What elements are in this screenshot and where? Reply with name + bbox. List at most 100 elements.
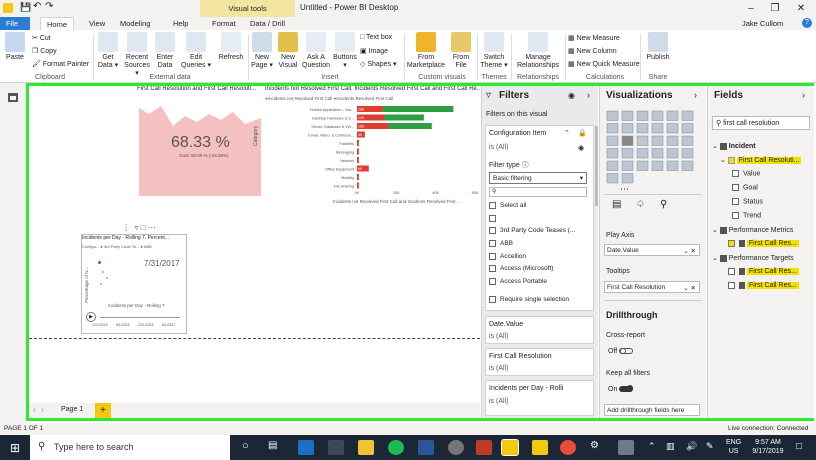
visual-type-tile[interactable] bbox=[606, 160, 619, 171]
filter-card-eye-icon[interactable]: ◉ bbox=[578, 144, 584, 152]
snip-icon[interactable] bbox=[476, 440, 492, 455]
tab-modeling[interactable]: Modeling bbox=[114, 17, 156, 30]
filter-type-dropdown[interactable]: Basic filtering ▾ bbox=[489, 172, 587, 184]
incident-table-node[interactable]: ⌄ Incident bbox=[712, 142, 756, 150]
viz-collapse-icon[interactable]: › bbox=[694, 90, 697, 100]
cross-report-toggle[interactable]: Off bbox=[608, 348, 634, 355]
help-icon[interactable]: ? bbox=[802, 18, 812, 28]
visual-type-tile[interactable] bbox=[666, 123, 679, 134]
field-trend[interactable]: Trend bbox=[732, 212, 761, 219]
date-value-filter-card[interactable]: Date.Value is (All) bbox=[485, 316, 594, 344]
enter-data-button[interactable]: Enter Data bbox=[154, 32, 176, 70]
shapes-button[interactable]: ◇ Shapes ▾ bbox=[360, 60, 397, 68]
visual-type-tile[interactable] bbox=[651, 148, 664, 159]
switch-theme-button[interactable]: Switch Theme ▾ bbox=[479, 32, 509, 70]
play-axis-visual[interactable]: ⋮ ▿ □ ⋯ Incidents per Day - Rolling 7, P… bbox=[81, 223, 187, 334]
pm-fcr-field[interactable]: First Call Res... bbox=[728, 240, 799, 248]
visual-type-tile[interactable] bbox=[651, 135, 664, 146]
tab-view[interactable]: View bbox=[83, 17, 111, 30]
filters-scrollbar[interactable] bbox=[595, 126, 598, 206]
paste-button[interactable]: Paste bbox=[4, 32, 26, 62]
language-indicator[interactable]: ENG US bbox=[726, 438, 741, 456]
close-button[interactable]: ✕ bbox=[790, 1, 812, 16]
filter-card-lock-icon[interactable]: 🔒 bbox=[578, 129, 587, 137]
cut-button[interactable]: ✂ Cut bbox=[32, 34, 51, 42]
bar-chart-visual[interactable]: Incidents not Resolved First Call, Incid… bbox=[253, 86, 480, 211]
fields-collapse-icon[interactable]: › bbox=[802, 90, 805, 100]
visual-type-tile[interactable] bbox=[681, 135, 694, 146]
visual-type-tile[interactable] bbox=[681, 160, 694, 171]
filters-collapse-icon[interactable]: › bbox=[587, 90, 590, 100]
incidents-per-day-filter-card[interactable]: Incidents per Day - Rolli is (All) bbox=[485, 380, 594, 416]
new-quick-measure-button[interactable]: ▦ New Quick Measure bbox=[568, 60, 640, 68]
new-column-button[interactable]: ▦ New Column bbox=[568, 47, 617, 55]
format-paint-roller-icon[interactable]: ♤ bbox=[636, 199, 645, 210]
visual-type-tile[interactable] bbox=[621, 160, 634, 171]
visual-type-tile[interactable] bbox=[621, 110, 634, 121]
filters-eye-icon[interactable]: ◉ bbox=[568, 91, 575, 100]
analytics-magnifier-icon[interactable]: ⚲ bbox=[660, 199, 667, 210]
publish-button[interactable]: Publish bbox=[643, 32, 673, 62]
undo-icon[interactable]: ↶ bbox=[33, 1, 41, 12]
pen-icon[interactable]: ✎ bbox=[706, 441, 714, 452]
ask-question-button[interactable]: Ask A Question bbox=[302, 32, 330, 70]
manage-relationships-button[interactable]: Manage Relationships bbox=[513, 32, 563, 70]
chrome-icon[interactable] bbox=[560, 440, 576, 455]
visual-type-tile[interactable] bbox=[666, 148, 679, 159]
new-page-button[interactable]: New Page ▾ bbox=[250, 32, 274, 70]
filter-search-input[interactable]: ⚲ bbox=[489, 187, 587, 197]
performance-targets-node[interactable]: ⌄ Performance Targets bbox=[712, 254, 794, 262]
power-bi-icon[interactable] bbox=[501, 439, 519, 456]
new-visual-button[interactable]: New Visual bbox=[276, 32, 300, 70]
volume-icon[interactable]: 🔊 bbox=[686, 441, 697, 452]
redo-icon[interactable]: ↷ bbox=[45, 1, 53, 12]
app-icon-blue[interactable] bbox=[618, 440, 634, 455]
visual-type-tile[interactable] bbox=[606, 135, 619, 146]
play-button[interactable]: ▶ bbox=[86, 312, 96, 322]
visual-type-tile[interactable] bbox=[636, 110, 649, 121]
image-button[interactable]: ▣ Image bbox=[360, 47, 388, 55]
add-drillthrough-well[interactable]: Add drillthrough fields here bbox=[604, 404, 700, 416]
field-goal[interactable]: Goal bbox=[732, 184, 758, 191]
visual-type-tile[interactable] bbox=[621, 148, 634, 159]
fields-search-input[interactable]: ⚲ first call resolution bbox=[712, 116, 810, 130]
file-explorer-icon[interactable] bbox=[358, 440, 374, 455]
first-call-resolution-filter-card[interactable]: First Call Resolution is (All) bbox=[485, 348, 594, 376]
edge-icon[interactable] bbox=[298, 440, 314, 455]
new-measure-button[interactable]: ▦ New Measure bbox=[568, 34, 620, 42]
page-tab-1[interactable]: Page 1 bbox=[61, 406, 83, 413]
visual-type-tile[interactable] bbox=[666, 160, 679, 171]
visual-type-tile[interactable] bbox=[621, 123, 634, 134]
kpi-visual[interactable]: First Call Resolution and First Call Res… bbox=[137, 86, 262, 199]
format-painter-button[interactable]: 🖌 Format Painter bbox=[32, 60, 89, 68]
visual-type-tile[interactable] bbox=[606, 110, 619, 121]
tab-format[interactable]: Format bbox=[206, 17, 242, 30]
visual-type-tile[interactable] bbox=[681, 110, 694, 121]
cortana-icon[interactable]: ○ bbox=[242, 440, 258, 455]
bar-resolved[interactable] bbox=[388, 123, 432, 129]
filter-item[interactable]: Access (Microsoft) bbox=[489, 265, 553, 272]
filter-item[interactable]: Access Portable bbox=[489, 278, 547, 285]
chrome-alt-icon[interactable] bbox=[448, 440, 464, 455]
well-chevron-icon[interactable]: ⌄ ✕ bbox=[683, 247, 696, 255]
visual-type-tile[interactable] bbox=[681, 123, 694, 134]
field-value[interactable]: Value bbox=[732, 170, 760, 177]
spotify-icon[interactable] bbox=[388, 440, 404, 455]
report-page[interactable]: First Call Resolution and First Call Res… bbox=[29, 86, 480, 403]
filter-card-chevron-icon[interactable]: ⌃ bbox=[564, 129, 570, 137]
copy-button[interactable]: ❐ Copy bbox=[32, 47, 57, 55]
filter-item-blank[interactable] bbox=[489, 215, 500, 222]
visual-type-tile[interactable] bbox=[636, 148, 649, 159]
visual-type-tile[interactable] bbox=[636, 135, 649, 146]
mail-icon[interactable] bbox=[328, 440, 344, 455]
configuration-item-filter-card[interactable]: Configuration Item ⌃ 🔒 is (All) ◉ Filter… bbox=[485, 125, 594, 311]
network-icon[interactable]: ▥ bbox=[666, 441, 675, 452]
settings-icon[interactable]: ⚙ bbox=[590, 440, 606, 455]
tab-file[interactable]: File bbox=[0, 17, 30, 30]
clock[interactable]: 9:57 AM 9/17/2019 bbox=[748, 438, 788, 456]
tray-chevron-icon[interactable]: ⌃ bbox=[648, 441, 656, 452]
bar-resolved[interactable] bbox=[382, 106, 454, 112]
visual-type-tile[interactable] bbox=[651, 160, 664, 171]
play-axis-track[interactable] bbox=[100, 317, 180, 318]
visual-type-tile[interactable] bbox=[681, 148, 694, 159]
